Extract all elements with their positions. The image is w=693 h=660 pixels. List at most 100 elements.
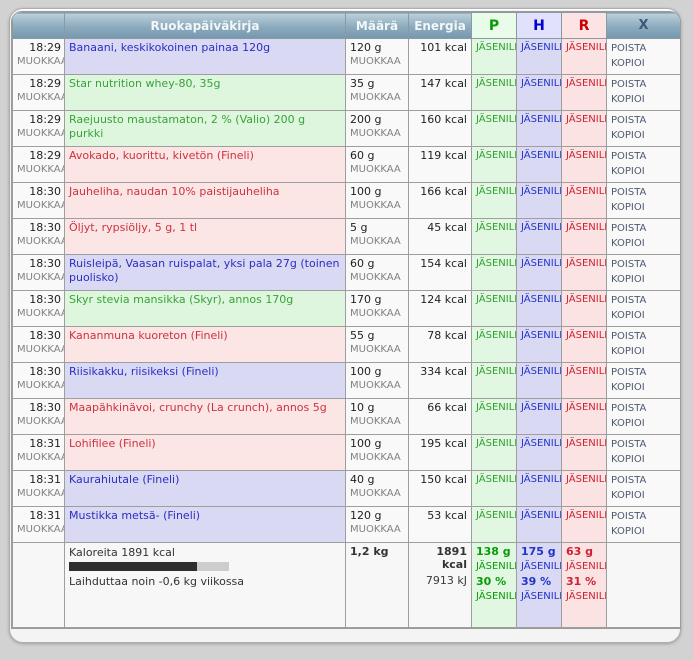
- members-link[interactable]: JÄSENILLE: [521, 257, 557, 271]
- edit-link[interactable]: MUOKKAA: [350, 451, 404, 465]
- copy-link[interactable]: KOPIOI: [611, 488, 676, 503]
- edit-link[interactable]: MUOKKAA: [17, 127, 61, 141]
- members-link[interactable]: JÄSENILLE: [566, 293, 602, 307]
- edit-link[interactable]: MUOKKAA: [17, 91, 61, 105]
- copy-link[interactable]: KOPIOI: [611, 452, 676, 467]
- members-link[interactable]: JÄSENILLE: [521, 113, 557, 127]
- copy-link[interactable]: KOPIOI: [611, 92, 676, 107]
- members-link[interactable]: JÄSENILLE: [521, 77, 557, 91]
- members-link[interactable]: JÄSENILLE: [566, 437, 602, 451]
- edit-link[interactable]: MUOKKAA: [350, 91, 404, 105]
- delete-link[interactable]: POISTA: [611, 221, 676, 236]
- edit-link[interactable]: MUOKKAA: [17, 163, 61, 177]
- copy-link[interactable]: KOPIOI: [611, 164, 676, 179]
- edit-link[interactable]: MUOKKAA: [17, 307, 61, 321]
- edit-link[interactable]: MUOKKAA: [350, 199, 404, 213]
- delete-link[interactable]: POISTA: [611, 149, 676, 164]
- members-link[interactable]: JÄSENILLE: [476, 561, 512, 572]
- members-link[interactable]: JÄSENILLE: [521, 437, 557, 451]
- members-link[interactable]: JÄSENILLE: [476, 77, 512, 91]
- members-link[interactable]: JÄSENILLE: [566, 329, 602, 343]
- delete-link[interactable]: POISTA: [611, 401, 676, 416]
- members-link[interactable]: JÄSENILLE: [566, 561, 602, 572]
- delete-link[interactable]: POISTA: [611, 113, 676, 128]
- members-link[interactable]: JÄSENILLE: [566, 365, 602, 379]
- members-link[interactable]: JÄSENILLE: [476, 221, 512, 235]
- edit-link[interactable]: MUOKKAA: [17, 523, 61, 537]
- members-link[interactable]: JÄSENILLE: [566, 113, 602, 127]
- edit-link[interactable]: MUOKKAA: [350, 235, 404, 249]
- members-link[interactable]: JÄSENILLE: [521, 401, 557, 415]
- edit-link[interactable]: MUOKKAA: [17, 199, 61, 213]
- copy-link[interactable]: KOPIOI: [611, 56, 676, 71]
- members-link[interactable]: JÄSENILLE: [566, 77, 602, 91]
- delete-link[interactable]: POISTA: [611, 257, 676, 272]
- edit-link[interactable]: MUOKKAA: [350, 307, 404, 321]
- delete-link[interactable]: POISTA: [611, 41, 676, 56]
- copy-link[interactable]: KOPIOI: [611, 308, 676, 323]
- edit-link[interactable]: MUOKKAA: [17, 343, 61, 357]
- edit-link[interactable]: MUOKKAA: [350, 55, 404, 69]
- edit-link[interactable]: MUOKKAA: [350, 379, 404, 393]
- members-link[interactable]: JÄSENILLE: [521, 509, 557, 523]
- edit-link[interactable]: MUOKKAA: [17, 415, 61, 429]
- column-header-close[interactable]: X: [607, 13, 681, 39]
- edit-link[interactable]: MUOKKAA: [350, 163, 404, 177]
- members-link[interactable]: JÄSENILLE: [476, 401, 512, 415]
- edit-link[interactable]: MUOKKAA: [17, 235, 61, 249]
- members-link[interactable]: JÄSENILLE: [521, 591, 557, 602]
- members-link[interactable]: JÄSENILLE: [476, 365, 512, 379]
- delete-link[interactable]: POISTA: [611, 329, 676, 344]
- members-link[interactable]: JÄSENILLE: [476, 41, 512, 55]
- copy-link[interactable]: KOPIOI: [611, 200, 676, 215]
- delete-link[interactable]: POISTA: [611, 185, 676, 200]
- members-link[interactable]: JÄSENILLE: [476, 473, 512, 487]
- members-link[interactable]: JÄSENILLE: [566, 149, 602, 163]
- members-link[interactable]: JÄSENILLE: [566, 473, 602, 487]
- members-link[interactable]: JÄSENILLE: [476, 329, 512, 343]
- copy-link[interactable]: KOPIOI: [611, 272, 676, 287]
- copy-link[interactable]: KOPIOI: [611, 236, 676, 251]
- members-link[interactable]: JÄSENILLE: [566, 41, 602, 55]
- members-link[interactable]: JÄSENILLE: [476, 257, 512, 271]
- members-link[interactable]: JÄSENILLE: [476, 185, 512, 199]
- members-link[interactable]: JÄSENILLE: [566, 401, 602, 415]
- members-link[interactable]: JÄSENILLE: [566, 185, 602, 199]
- delete-link[interactable]: POISTA: [611, 77, 676, 92]
- members-link[interactable]: JÄSENILLE: [566, 509, 602, 523]
- members-link[interactable]: JÄSENILLE: [521, 473, 557, 487]
- edit-link[interactable]: MUOKKAA: [17, 487, 61, 501]
- delete-link[interactable]: POISTA: [611, 509, 676, 524]
- edit-link[interactable]: MUOKKAA: [17, 379, 61, 393]
- members-link[interactable]: JÄSENILLE: [521, 293, 557, 307]
- copy-link[interactable]: KOPIOI: [611, 128, 676, 143]
- members-link[interactable]: JÄSENILLE: [566, 221, 602, 235]
- edit-link[interactable]: MUOKKAA: [350, 127, 404, 141]
- members-link[interactable]: JÄSENILLE: [521, 365, 557, 379]
- members-link[interactable]: JÄSENILLE: [476, 509, 512, 523]
- members-link[interactable]: JÄSENILLE: [476, 591, 512, 602]
- delete-link[interactable]: POISTA: [611, 437, 676, 452]
- edit-link[interactable]: MUOKKAA: [17, 55, 61, 69]
- delete-link[interactable]: POISTA: [611, 473, 676, 488]
- edit-link[interactable]: MUOKKAA: [17, 271, 61, 285]
- members-link[interactable]: JÄSENILLE: [476, 113, 512, 127]
- members-link[interactable]: JÄSENILLE: [521, 329, 557, 343]
- edit-link[interactable]: MUOKKAA: [350, 523, 404, 537]
- copy-link[interactable]: KOPIOI: [611, 416, 676, 431]
- copy-link[interactable]: KOPIOI: [611, 344, 676, 359]
- members-link[interactable]: JÄSENILLE: [566, 257, 602, 271]
- members-link[interactable]: JÄSENILLE: [476, 149, 512, 163]
- copy-link[interactable]: KOPIOI: [611, 524, 676, 539]
- members-link[interactable]: JÄSENILLE: [521, 221, 557, 235]
- edit-link[interactable]: MUOKKAA: [17, 451, 61, 465]
- edit-link[interactable]: MUOKKAA: [350, 271, 404, 285]
- edit-link[interactable]: MUOKKAA: [350, 415, 404, 429]
- members-link[interactable]: JÄSENILLE: [521, 41, 557, 55]
- members-link[interactable]: JÄSENILLE: [521, 149, 557, 163]
- delete-link[interactable]: POISTA: [611, 293, 676, 308]
- members-link[interactable]: JÄSENILLE: [476, 437, 512, 451]
- members-link[interactable]: JÄSENILLE: [566, 591, 602, 602]
- copy-link[interactable]: KOPIOI: [611, 380, 676, 395]
- members-link[interactable]: JÄSENILLE: [476, 293, 512, 307]
